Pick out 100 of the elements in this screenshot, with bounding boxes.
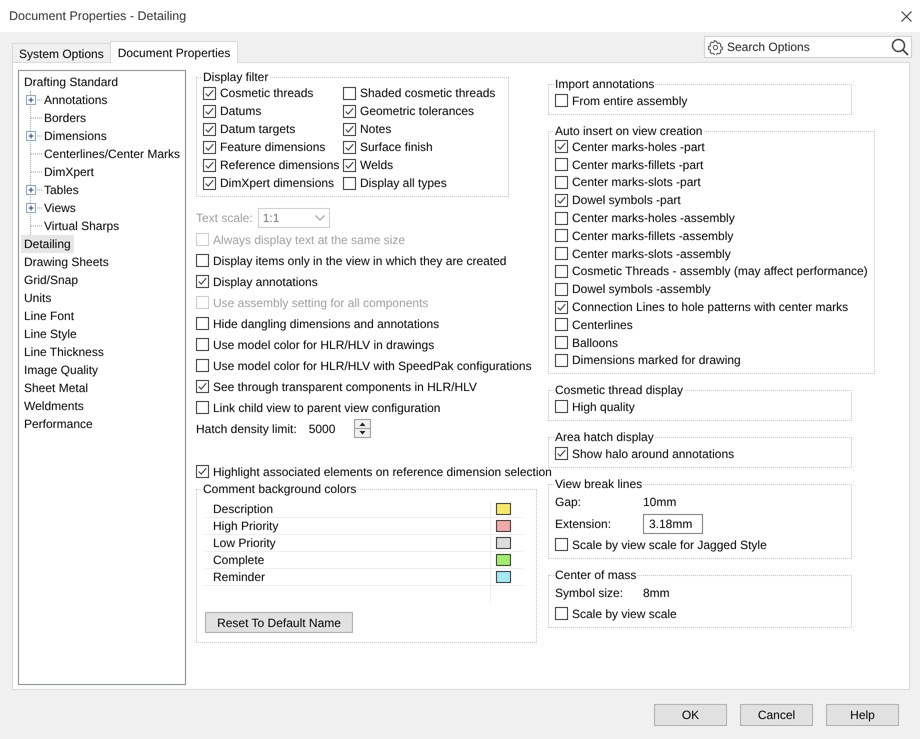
color-swatch[interactable] bbox=[496, 537, 511, 549]
group-title: View break lines bbox=[554, 477, 644, 492]
checkbox-label: Display all types bbox=[360, 176, 447, 190]
checkbox[interactable] bbox=[343, 176, 356, 190]
tree-item[interactable]: Image Quality bbox=[21, 361, 102, 379]
group-title: Import annotations bbox=[554, 77, 656, 91]
checkbox[interactable] bbox=[196, 465, 209, 478]
group-title: Area hatch display bbox=[554, 430, 655, 444]
checkbox-label: Datums bbox=[220, 104, 262, 118]
checkbox[interactable] bbox=[555, 336, 568, 350]
checkbox[interactable] bbox=[555, 194, 568, 207]
checkbox[interactable] bbox=[555, 158, 568, 172]
checkbox[interactable] bbox=[203, 176, 216, 190]
field-value: 8mm bbox=[643, 586, 670, 600]
tree-item[interactable]: Dimensions bbox=[42, 127, 110, 145]
checkbox[interactable] bbox=[555, 282, 568, 296]
dialog-button[interactable]: Cancel bbox=[740, 704, 813, 726]
dialog-button[interactable]: Help bbox=[826, 704, 899, 726]
tree-item[interactable]: Grid/Snap bbox=[21, 271, 82, 289]
checkbox[interactable] bbox=[555, 538, 568, 552]
checkbox[interactable] bbox=[196, 275, 209, 288]
group-title: Comment background colors bbox=[202, 482, 358, 496]
checkbox[interactable] bbox=[555, 607, 568, 620]
checkbox[interactable] bbox=[196, 380, 209, 393]
color-swatch[interactable] bbox=[496, 503, 511, 515]
color-swatch[interactable] bbox=[496, 520, 511, 532]
checkbox-label: See through transparent components in HLR/HLV bbox=[213, 380, 477, 394]
checkbox[interactable] bbox=[203, 86, 216, 100]
tree-item[interactable]: Borders bbox=[42, 109, 90, 127]
reset-button[interactable]: Reset To Default Name bbox=[205, 612, 353, 633]
tree-item[interactable]: Annotations bbox=[42, 91, 110, 109]
checkbox[interactable] bbox=[343, 122, 356, 136]
group-title: Center of mass bbox=[554, 568, 638, 582]
checkbox[interactable] bbox=[555, 318, 568, 332]
checkbox[interactable] bbox=[203, 158, 216, 172]
checkbox[interactable] bbox=[196, 317, 209, 330]
checkbox[interactable] bbox=[555, 264, 568, 278]
checkbox-label: Dimensions marked for drawing bbox=[572, 353, 741, 368]
expand-icon[interactable] bbox=[26, 95, 42, 105]
expand-icon[interactable] bbox=[26, 185, 42, 195]
tree-item[interactable]: DimXpert bbox=[42, 163, 98, 181]
tab[interactable]: Document Properties bbox=[110, 41, 238, 63]
tree-item[interactable]: Weldments bbox=[21, 397, 87, 415]
tree-item[interactable]: Views bbox=[42, 199, 79, 217]
color-swatch[interactable] bbox=[496, 571, 511, 583]
expand-icon[interactable] bbox=[26, 131, 42, 141]
expand-icon[interactable] bbox=[26, 203, 42, 213]
checkbox[interactable] bbox=[555, 354, 568, 367]
checkbox[interactable] bbox=[343, 86, 356, 100]
checkbox[interactable] bbox=[203, 104, 216, 118]
checkbox[interactable] bbox=[203, 122, 216, 136]
tree-item[interactable]: Drawing Sheets bbox=[21, 253, 112, 271]
search-field[interactable]: Search Options bbox=[704, 36, 912, 58]
tree-item[interactable]: Detailing bbox=[21, 235, 74, 253]
checkbox-label: Hide dangling dimensions and annotations bbox=[213, 316, 440, 330]
group-title: Auto insert on view creation bbox=[554, 124, 704, 138]
checkbox-label: Center marks-fillets -assembly bbox=[572, 228, 734, 243]
spinner-icon[interactable] bbox=[354, 419, 371, 438]
tree-item[interactable]: Units bbox=[21, 289, 54, 307]
checkbox[interactable] bbox=[343, 104, 356, 118]
tree-item[interactable]: Line Style bbox=[21, 325, 80, 343]
input-field[interactable]: 3.18mm bbox=[643, 514, 703, 534]
tree-item[interactable]: Virtual Sharps bbox=[42, 217, 122, 235]
checkbox[interactable] bbox=[555, 94, 568, 107]
search-icon[interactable] bbox=[891, 38, 909, 56]
checkbox[interactable] bbox=[555, 140, 568, 154]
color-swatch[interactable] bbox=[496, 554, 511, 566]
checkbox[interactable] bbox=[555, 247, 568, 260]
checkbox[interactable] bbox=[203, 140, 216, 154]
checkbox[interactable] bbox=[196, 338, 209, 351]
checkbox[interactable] bbox=[555, 400, 568, 414]
checkbox[interactable] bbox=[196, 254, 209, 267]
table-cell: Low Priority bbox=[205, 534, 490, 552]
tree-item[interactable]: Sheet Metal bbox=[21, 379, 92, 397]
tree-item[interactable]: Line Thickness bbox=[21, 343, 107, 361]
checkbox-label: Shaded cosmetic threads bbox=[360, 86, 496, 100]
tab[interactable]: System Options bbox=[12, 43, 111, 62]
checkbox[interactable] bbox=[555, 229, 568, 242]
checkbox[interactable] bbox=[343, 140, 356, 154]
dialog-button[interactable]: OK bbox=[654, 704, 727, 726]
tree-item[interactable]: Performance bbox=[21, 415, 96, 433]
checkbox[interactable] bbox=[555, 176, 568, 189]
checkbox[interactable] bbox=[196, 359, 209, 372]
tree-item[interactable]: Drafting Standard bbox=[21, 73, 122, 91]
checkbox[interactable] bbox=[343, 158, 356, 172]
tree-item[interactable]: Tables bbox=[42, 181, 82, 199]
checkbox-label: Center marks-slots -part bbox=[572, 175, 701, 190]
checkbox[interactable] bbox=[555, 300, 568, 314]
search-input[interactable]: Search Options bbox=[723, 40, 891, 54]
checkbox[interactable] bbox=[196, 401, 209, 414]
close-icon[interactable] bbox=[901, 10, 912, 22]
spin-value[interactable]: 5000 bbox=[308, 422, 354, 436]
checkbox[interactable] bbox=[555, 212, 568, 225]
field-value: 10mm bbox=[643, 495, 676, 510]
checkbox-label: Center marks-fillets -part bbox=[572, 158, 704, 172]
tree-item[interactable]: Centerlines/Center Marks bbox=[42, 145, 184, 163]
tree-item[interactable]: Line Font bbox=[21, 307, 78, 325]
checkbox[interactable] bbox=[555, 447, 568, 460]
checkbox-label: Surface finish bbox=[360, 140, 433, 154]
checkbox-label: From entire assembly bbox=[572, 94, 688, 108]
